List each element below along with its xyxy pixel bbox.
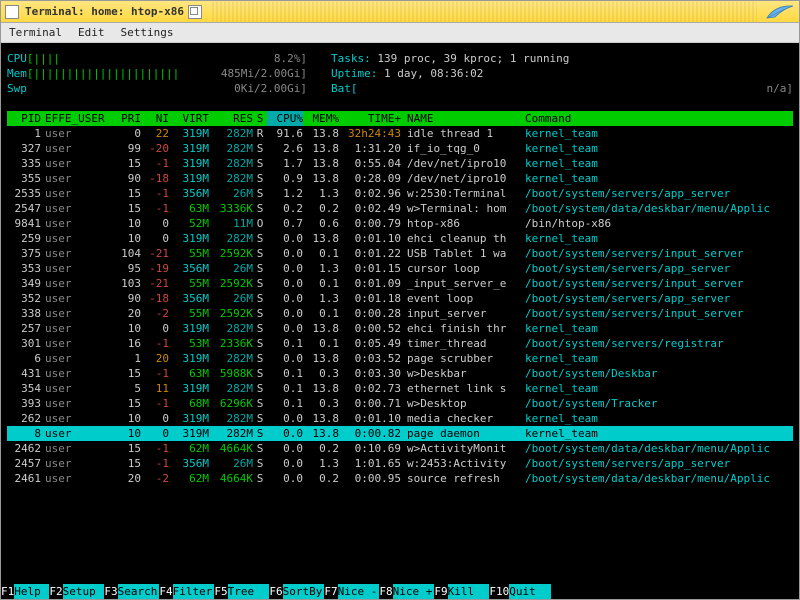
menu-terminal[interactable]: Terminal bbox=[9, 26, 62, 39]
cpu-label: CPU bbox=[7, 52, 27, 65]
process-row[interactable]: 2461user20-262M4664KS0.00.20:00.95source… bbox=[7, 471, 793, 486]
process-row[interactable]: 2547user15-163M3336KS0.20.20:02.49w>Term… bbox=[7, 201, 793, 216]
process-row[interactable]: 9841user10052M11MO0.70.60:00.79htop-x86/… bbox=[7, 216, 793, 231]
fkey-F8[interactable]: F8 bbox=[379, 584, 392, 599]
process-row[interactable]: 353user95-19356M26MS0.01.30:01.15cursor … bbox=[7, 261, 793, 276]
col-s[interactable]: S bbox=[253, 111, 267, 126]
col-virt[interactable]: VIRT bbox=[169, 111, 209, 126]
process-row[interactable]: 2457user15-1356M26MS0.01.31:01.65w:2453:… bbox=[7, 456, 793, 471]
col-pid[interactable]: PID bbox=[7, 111, 41, 126]
process-row[interactable]: 2462user15-162M4664KS0.00.20:10.69w>Acti… bbox=[7, 441, 793, 456]
window-title: Terminal: home: htop-x86 bbox=[25, 5, 184, 18]
titlebar-spacer bbox=[210, 1, 757, 22]
swp-label: Swp bbox=[7, 82, 27, 95]
fkey-label[interactable]: Kill bbox=[448, 584, 490, 599]
fkey-label[interactable]: Search bbox=[118, 584, 160, 599]
col-mem[interactable]: MEM% bbox=[303, 111, 339, 126]
process-row[interactable]: 355user90-18319M282MS0.913.80:28.09/dev/… bbox=[7, 171, 793, 186]
fkey-F4[interactable]: F4 bbox=[159, 584, 172, 599]
uptime-value: 1 day, 08:36:02 bbox=[384, 67, 483, 80]
fkey-label[interactable]: SortBy bbox=[283, 584, 325, 599]
fkey-label[interactable]: Nice - bbox=[338, 584, 380, 599]
process-row[interactable]: 349user103-2155M2592KS0.00.10:01.09_inpu… bbox=[7, 276, 793, 291]
fkey-label[interactable]: Tree bbox=[228, 584, 270, 599]
fkey-F10[interactable]: F10 bbox=[489, 584, 509, 599]
bat-value: n/a] bbox=[767, 81, 794, 96]
mem-bar: [|||||||||||||||||||||| bbox=[27, 67, 179, 80]
process-row[interactable]: 301user16-153M2336KS0.10.10:05.49timer_t… bbox=[7, 336, 793, 351]
titlebar[interactable]: Terminal: home: htop-x86 bbox=[1, 1, 799, 23]
process-row[interactable]: 335user15-1319M282MS1.713.80:55.04/dev/n… bbox=[7, 156, 793, 171]
fkey-label[interactable]: Nice + bbox=[393, 584, 435, 599]
window: Terminal: home: htop-x86 Terminal Edit S… bbox=[0, 0, 800, 600]
col-user[interactable]: EFFE_USER bbox=[41, 111, 113, 126]
fkey-label[interactable]: Filter bbox=[173, 584, 215, 599]
feather-icon bbox=[765, 3, 795, 21]
process-row[interactable]: 262user100319M282MS0.013.80:01.10media c… bbox=[7, 411, 793, 426]
window-icon bbox=[5, 5, 19, 19]
process-row[interactable]: 352user90-18356M26MS0.01.30:01.18event l… bbox=[7, 291, 793, 306]
fkey-F2[interactable]: F2 bbox=[49, 584, 62, 599]
bat-label: Bat[ bbox=[331, 82, 358, 95]
col-name[interactable]: NAME bbox=[401, 111, 519, 126]
fkey-F5[interactable]: F5 bbox=[214, 584, 227, 599]
process-row[interactable]: 8user100319M282MS0.013.80:00.82page daem… bbox=[7, 426, 793, 441]
fkey-F7[interactable]: F7 bbox=[324, 584, 337, 599]
fkey-label[interactable]: Setup bbox=[63, 584, 105, 599]
mem-label: Mem bbox=[7, 67, 27, 80]
swp-value: 0Ki/2.00Gi] bbox=[234, 81, 307, 96]
maximize-button[interactable] bbox=[188, 5, 202, 19]
process-row[interactable]: 338user20-255M2592KS0.00.10:00.28input_s… bbox=[7, 306, 793, 321]
menu-edit[interactable]: Edit bbox=[78, 26, 105, 39]
fkey-F1[interactable]: F1 bbox=[1, 584, 14, 599]
column-header[interactable]: PID EFFE_USER PRI NI VIRT RES S CPU% MEM… bbox=[7, 111, 793, 126]
uptime-label: Uptime: bbox=[331, 67, 377, 80]
fkey-F6[interactable]: F6 bbox=[269, 584, 282, 599]
process-row[interactable]: 1user022319M282MR91.613.832h24:43idle th… bbox=[7, 126, 793, 141]
fkey-F3[interactable]: F3 bbox=[104, 584, 117, 599]
process-row[interactable]: 2535user15-1356M26MS1.21.30:02.96w:2530:… bbox=[7, 186, 793, 201]
col-pri[interactable]: PRI bbox=[113, 111, 141, 126]
process-row[interactable]: 327user99-20319M282MS2.613.81:31.20if_io… bbox=[7, 141, 793, 156]
process-row[interactable]: 393user15-168M6296KS0.10.30:00.71w>Deskt… bbox=[7, 396, 793, 411]
process-row[interactable]: 259user100319M282MS0.013.80:01.10ehci cl… bbox=[7, 231, 793, 246]
col-time[interactable]: TIME+ bbox=[339, 111, 401, 126]
fkey-label[interactable]: Help bbox=[14, 584, 49, 599]
col-cmd[interactable]: Command bbox=[519, 111, 793, 126]
menu-settings[interactable]: Settings bbox=[120, 26, 173, 39]
col-res[interactable]: RES bbox=[209, 111, 253, 126]
process-list[interactable]: 1user022319M282MR91.613.832h24:43idle th… bbox=[7, 126, 793, 486]
menubar: Terminal Edit Settings bbox=[1, 23, 799, 43]
tasks-label: Tasks: bbox=[331, 52, 371, 65]
tasks-value: 139 proc, 39 kproc; 1 running bbox=[377, 52, 569, 65]
function-keys: F1Help F2Setup F3SearchF4FilterF5Tree F6… bbox=[1, 584, 799, 599]
terminal[interactable]: CPU[|||| 8.2%] Tasks: 139 proc, 39 kproc… bbox=[1, 43, 799, 599]
process-row[interactable]: 6user120319M282MS0.013.80:03.52page scru… bbox=[7, 351, 793, 366]
fkey-label[interactable]: Quit bbox=[509, 584, 551, 599]
process-row[interactable]: 431user15-163M5988KS0.10.30:03.30w>Deskb… bbox=[7, 366, 793, 381]
process-row[interactable]: 354user511319M282MS0.113.80:02.73etherne… bbox=[7, 381, 793, 396]
fkey-F9[interactable]: F9 bbox=[434, 584, 447, 599]
process-row[interactable]: 257user100319M282MS0.013.80:00.52ehci fi… bbox=[7, 321, 793, 336]
window-controls bbox=[765, 3, 795, 21]
col-cpu[interactable]: CPU% bbox=[267, 111, 303, 126]
process-row[interactable]: 375user104-2155M2592KS0.00.10:01.22USB T… bbox=[7, 246, 793, 261]
col-ni[interactable]: NI bbox=[141, 111, 169, 126]
mem-value: 485Mi/2.00Gi] bbox=[221, 66, 307, 81]
cpu-bar: [|||| bbox=[27, 52, 67, 65]
cpu-pct: 8.2%] bbox=[274, 51, 307, 66]
